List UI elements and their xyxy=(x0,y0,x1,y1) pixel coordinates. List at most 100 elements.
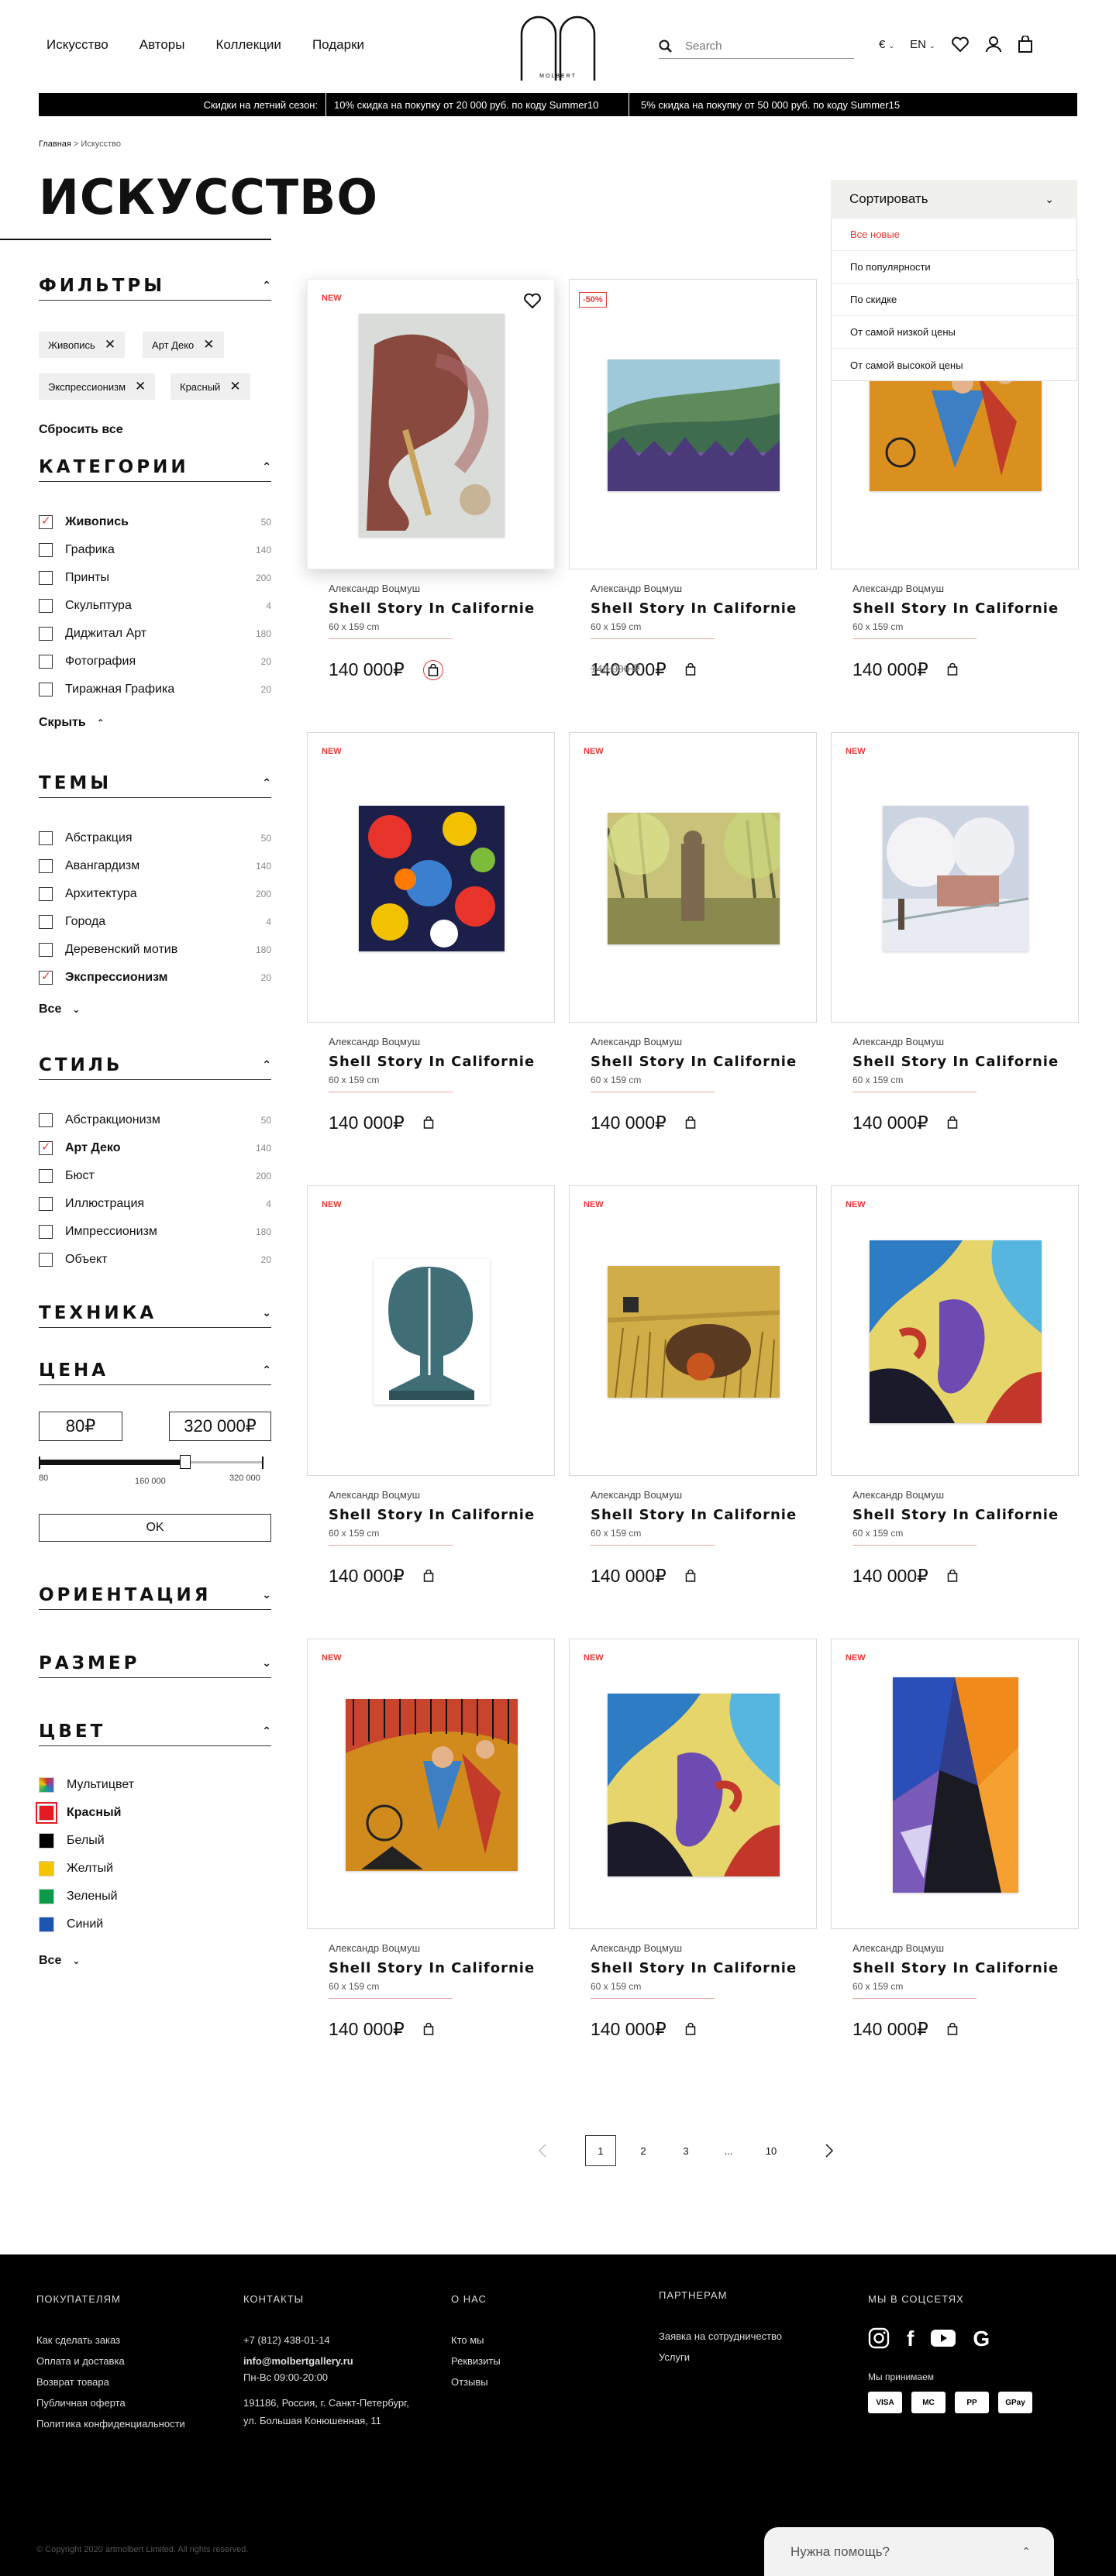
product-title[interactable]: Shell Story In Californie xyxy=(852,1960,1100,1976)
product-title[interactable]: Shell Story In Californie xyxy=(852,600,1100,617)
page-link[interactable]: 3 xyxy=(670,2135,701,2166)
cart-icon[interactable] xyxy=(685,659,696,680)
artwork-image[interactable] xyxy=(608,1694,780,1876)
filters-header[interactable]: ФИЛЬТРЫ ⌃ xyxy=(39,271,271,301)
artwork-image[interactable] xyxy=(882,806,1029,951)
sort-option-price-desc[interactable]: От самой высокой цены xyxy=(832,349,1076,381)
artwork-image[interactable] xyxy=(893,1677,1018,1893)
heart-icon[interactable] xyxy=(951,36,970,53)
technique-header[interactable]: ТЕХНИКА ⌄ xyxy=(39,1298,271,1328)
color-option[interactable]: Мультицвет xyxy=(39,1771,271,1799)
cart-icon[interactable] xyxy=(423,2019,434,2040)
product-artist[interactable]: Александр Воцмуш xyxy=(591,1036,839,1047)
currency-select[interactable]: € ⌄ xyxy=(879,38,894,51)
cart-icon[interactable] xyxy=(422,659,443,680)
product-title[interactable]: Shell Story In Californie xyxy=(329,1507,577,1523)
product-artist[interactable]: Александр Воцмуш xyxy=(329,1036,577,1047)
color-swatch[interactable] xyxy=(39,1777,54,1793)
categories-hide-link[interactable]: Скрыть ⌃ xyxy=(39,716,105,730)
product-artist[interactable]: Александр Воцмуш xyxy=(329,1942,577,1954)
category-option[interactable]: Графика 140 xyxy=(39,536,271,564)
checkbox[interactable] xyxy=(39,571,53,585)
page-link[interactable]: 10 xyxy=(756,2135,787,2166)
artwork-image[interactable] xyxy=(359,806,505,951)
footer-link[interactable]: Реквизиты xyxy=(451,2355,501,2367)
search-input[interactable] xyxy=(685,40,840,53)
product-title[interactable]: Shell Story In Californie xyxy=(852,1507,1100,1523)
product-card[interactable]: NEW xyxy=(307,1639,555,1929)
color-option[interactable]: Синий xyxy=(39,1911,271,1938)
category-option[interactable]: Фотография 20 xyxy=(39,648,271,676)
instagram-icon[interactable] xyxy=(868,2327,890,2351)
filter-chip[interactable]: Живопись ✕ xyxy=(39,332,126,358)
color-swatch[interactable] xyxy=(39,1861,54,1876)
checkbox[interactable] xyxy=(39,943,53,957)
product-card[interactable]: NEW xyxy=(831,732,1079,1023)
cart-icon[interactable] xyxy=(423,1566,434,1587)
sort-option-discount[interactable]: По скидке xyxy=(832,284,1076,316)
user-icon[interactable] xyxy=(985,36,1002,53)
style-header[interactable]: СТИЛЬ ⌃ xyxy=(39,1051,271,1080)
checkbox[interactable] xyxy=(39,1140,53,1155)
cart-icon[interactable] xyxy=(685,2019,696,2040)
color-swatch[interactable] xyxy=(39,1917,54,1932)
google-icon[interactable]: G xyxy=(973,2327,990,2351)
cart-icon[interactable] xyxy=(947,2019,958,2040)
checkbox[interactable] xyxy=(39,543,53,557)
next-page-icon[interactable] xyxy=(814,2135,845,2166)
footer-link[interactable]: Услуги xyxy=(659,2351,782,2363)
style-option[interactable]: Иллюстрация 4 xyxy=(39,1190,271,1218)
style-option[interactable]: Бюст 200 xyxy=(39,1162,271,1190)
checkbox[interactable] xyxy=(39,915,53,929)
checkbox[interactable] xyxy=(39,514,53,529)
artwork-image[interactable] xyxy=(608,359,780,491)
style-option[interactable]: Импрессионизм 180 xyxy=(39,1218,271,1246)
cart-icon[interactable] xyxy=(947,1566,958,1587)
artwork-image[interactable] xyxy=(359,314,505,537)
product-artist[interactable]: Александр Воцмуш xyxy=(591,1942,839,1954)
product-card[interactable]: -50% xyxy=(569,279,817,569)
page-link[interactable]: 1 xyxy=(585,2135,616,2166)
artwork-image[interactable] xyxy=(346,1699,518,1871)
product-card[interactable]: NEW xyxy=(831,1185,1079,1476)
product-artist[interactable]: Александр Воцмуш xyxy=(329,583,577,594)
checkbox[interactable] xyxy=(39,1169,53,1183)
sort-option-price-asc[interactable]: От самой низкой цены xyxy=(832,316,1076,349)
artwork-image[interactable] xyxy=(607,1266,780,1398)
language-select[interactable]: EN ⌄ xyxy=(910,38,935,51)
artwork-image[interactable] xyxy=(374,1259,490,1405)
checkbox[interactable] xyxy=(39,599,53,613)
footer-link[interactable]: Кто мы xyxy=(451,2334,501,2346)
footer-link[interactable]: Как сделать заказ xyxy=(36,2334,185,2346)
price-min-input[interactable]: 80₽ xyxy=(39,1412,122,1441)
filter-chip[interactable]: Красный ✕ xyxy=(170,373,250,400)
cart-icon[interactable] xyxy=(423,1113,434,1133)
color-option[interactable]: Желтый xyxy=(39,1855,271,1883)
product-title[interactable]: Shell Story In Californie xyxy=(329,600,577,617)
category-option[interactable]: Скульптура 4 xyxy=(39,592,271,620)
sort-option-new[interactable]: Все новые xyxy=(832,218,1076,251)
checkbox[interactable] xyxy=(39,1113,53,1127)
price-header[interactable]: ЦЕНА ⌃ xyxy=(39,1356,271,1385)
heart-icon[interactable] xyxy=(523,292,542,313)
category-option[interactable]: Тиражная Графика 20 xyxy=(39,676,271,703)
category-option[interactable]: Диджитал Арт 180 xyxy=(39,620,271,648)
slider-handle-max[interactable] xyxy=(179,1455,191,1469)
themes-header[interactable]: ТЕМЫ ⌃ xyxy=(39,769,271,798)
sort-option-popular[interactable]: По популярности xyxy=(832,251,1076,284)
checkbox[interactable] xyxy=(39,655,53,669)
product-card[interactable]: NEW xyxy=(831,1639,1079,1929)
product-artist[interactable]: Александр Воцмуш xyxy=(852,583,1100,594)
price-ok-button[interactable]: OK xyxy=(39,1514,271,1542)
categories-header[interactable]: КАТЕГОРИИ ⌃ xyxy=(39,452,271,482)
style-option[interactable]: Абстракционизм 50 xyxy=(39,1106,271,1134)
checkbox[interactable] xyxy=(39,683,53,696)
theme-option[interactable]: Города 4 xyxy=(39,908,271,936)
checkbox[interactable] xyxy=(39,859,53,873)
product-card[interactable]: NEW xyxy=(307,279,555,569)
product-artist[interactable]: Александр Воцмуш xyxy=(852,1942,1100,1954)
theme-option[interactable]: Абстракция 50 xyxy=(39,824,271,852)
product-card[interactable]: NEW xyxy=(307,1185,555,1476)
artwork-image[interactable] xyxy=(606,809,786,944)
style-option[interactable]: Объект 20 xyxy=(39,1246,271,1274)
